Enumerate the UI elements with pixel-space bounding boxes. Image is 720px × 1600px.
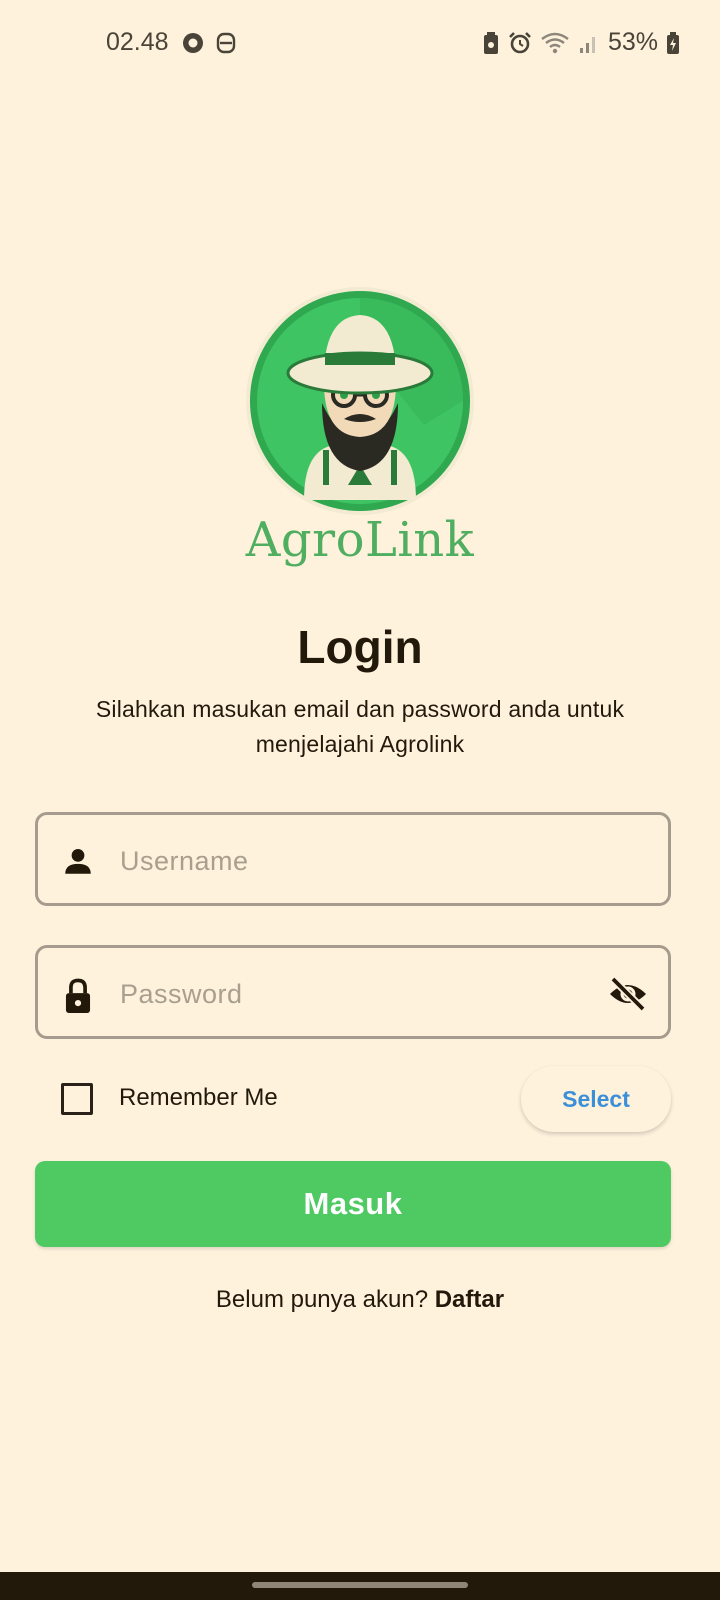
alarm-icon: [509, 31, 531, 53]
farmer-logo-icon: [246, 287, 474, 515]
page-subtitle: Silahkan masukan email dan password anda…: [95, 696, 625, 757]
status-bar: 02.48 53%: [0, 0, 720, 88]
remember-me-label[interactable]: Remember Me: [119, 1084, 278, 1112]
register-prompt-row: Belum punya akun? Daftar: [0, 1286, 720, 1314]
register-prompt: Belum punya akun?: [215, 1286, 435, 1313]
signal-icon: [579, 36, 595, 53]
status-time: 02.48: [106, 28, 169, 56]
password-field[interactable]: [35, 945, 671, 1039]
username-input[interactable]: [118, 835, 562, 887]
password-input[interactable]: [118, 968, 562, 1020]
circle-app-icon: [183, 33, 203, 53]
remember-row: Remember Me Select: [35, 1064, 671, 1134]
remember-me-checkbox[interactable]: [61, 1083, 93, 1115]
battery-percent: 53%: [607, 28, 658, 56]
battery-charging-icon: [667, 31, 679, 54]
register-link[interactable]: Daftar: [435, 1286, 504, 1313]
wifi-icon: [541, 32, 569, 53]
page-title: Login: [297, 621, 423, 673]
person-icon: [65, 848, 91, 874]
brand-logo: [0, 285, 720, 517]
username-field[interactable]: [35, 812, 671, 906]
battery-saver-icon: [483, 31, 498, 54]
brand-name: AgroLink: [245, 512, 475, 568]
login-button[interactable]: Masuk: [35, 1161, 671, 1247]
home-gesture-handle[interactable]: [252, 1582, 468, 1588]
notification-app-icon: [216, 32, 236, 54]
visibility-off-icon[interactable]: [608, 976, 648, 1012]
navigation-bar: [0, 1572, 720, 1600]
select-button[interactable]: Select: [521, 1066, 671, 1132]
lock-icon: [65, 978, 91, 1013]
